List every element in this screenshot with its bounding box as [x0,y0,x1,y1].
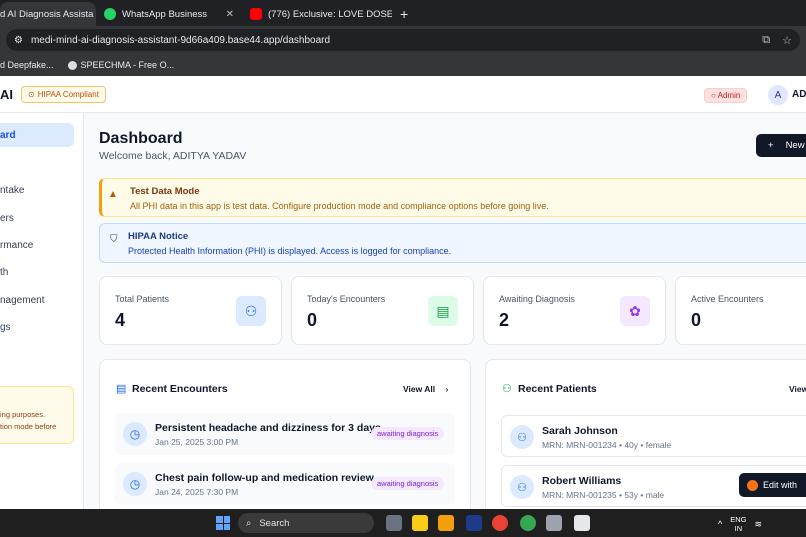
base44-logo-icon [747,479,758,491]
test-data-notice: ▲ Test Data Mode All PHI data in this ap… [99,178,806,217]
new-encounter-button[interactable]: + New [756,134,806,157]
users-icon: ⚇ [502,383,512,395]
notice-title: HIPAA Notice [128,231,189,242]
photoshop-icon[interactable] [466,515,482,531]
install-app-icon[interactable]: ⧉ [762,34,770,47]
chrome-icon[interactable] [520,515,536,531]
shield-icon: ⛉ [110,234,118,245]
stat-card-todays-encounters[interactable]: Today's Encounters 0 ▤ [291,276,474,345]
tab-label: (776) Exclusive: LOVE DOSE Full [268,8,392,20]
app-header: AI ⊙ HIPAA Compliant ○ Admin A ADI [0,76,806,113]
sidebar-item-performance[interactable]: rmance [0,240,33,251]
encounter-row[interactable]: ◷ Chest pain follow-up and medication re… [115,463,455,505]
page-title: Dashboard [99,130,183,147]
snipping-tool-icon[interactable] [546,515,562,531]
clipboard-icon: ▤ [428,296,458,326]
bookmark-star-icon[interactable]: ☆ [782,34,792,47]
view-all-patients-link[interactable]: View [789,384,806,394]
welcome-text: Welcome back, ADITYA YADAV [99,150,247,162]
shield-icon: ○ [711,91,716,100]
edit-with-button[interactable]: Edit with [739,473,806,497]
app-brand[interactable]: AI [0,87,13,102]
sidebar-item-intake[interactable]: ntake [0,185,24,196]
task-view-icon[interactable] [386,515,402,531]
bookmark-item[interactable]: d Deepfake... [0,60,54,70]
test-mode-note: ing purposes. tion mode before [0,386,74,444]
sidebar-item-health[interactable]: th [0,267,8,278]
user-icon: ⚇ [510,425,534,449]
search-icon: ⌕ [246,517,252,529]
view-all-encounters-link[interactable]: View All › [403,384,448,394]
main-content: Dashboard Welcome back, ADITYA YADAV + N… [84,113,806,519]
bookmarks-bar: d Deepfake... SPEECHMA - Free O... [0,54,806,76]
clipboard-icon: ▤ [116,383,127,395]
sidebar-item-management[interactable]: nagement [0,295,44,306]
notice-text: All PHI data in this app is test data. C… [130,201,549,211]
file-explorer-icon[interactable] [438,515,454,531]
system-tray: ^ ENG IN ≋ [718,515,762,533]
clock-icon: ◷ [123,472,147,496]
chevron-up-icon[interactable]: ^ [718,519,722,529]
youtube-icon [250,8,262,20]
sidebar: ard ntake ers rmance th nagement gs ing … [0,113,84,509]
panel-title: Recent Patients [518,383,597,395]
stat-card-total-patients[interactable]: Total Patients 4 ⚇ [99,276,282,345]
bookmark-favicon-icon [67,61,77,71]
tab-label: WhatsApp Business [122,8,208,20]
hipaa-badge: ⊙ HIPAA Compliant [21,85,106,103]
url-field[interactable]: ⚙ medi-mind-ai-diagnosis-assistant-9d66a… [6,29,800,51]
tab-whatsapp[interactable]: WhatsApp Business ✕ [96,2,242,26]
browser-tab-bar: d AI Diagnosis Assista ✕ WhatsApp Busine… [0,0,806,26]
new-tab-button[interactable]: + [392,2,416,26]
sticky-notes-icon[interactable] [412,515,428,531]
taskbar-search[interactable]: ⌕ Search [238,513,374,533]
patient-row[interactable]: ⚇ Sarah Johnson MRN: MRN-001234 • 40y • … [501,415,806,457]
language-indicator[interactable]: ENG IN [730,515,746,533]
notice-text: Protected Health Information (PHI) is di… [128,246,452,256]
tab-ai-diagnosis[interactable]: d AI Diagnosis Assista ✕ [0,2,96,26]
url-text: medi-mind-ai-diagnosis-assistant-9d66a40… [30,34,331,46]
notice-title: Test Data Mode [130,186,200,197]
user-name[interactable]: ADI [792,89,806,100]
tab-label: d AI Diagnosis Assista [0,8,94,20]
brain-icon: ✿ [620,296,650,326]
panel-title: Recent Encounters [132,383,228,395]
wifi-icon[interactable]: ≋ [755,519,763,530]
chevron-right-icon: › [445,384,449,394]
shield-icon: ⊙ [28,89,35,99]
role-badge: ○ Admin [704,88,748,103]
windows-taskbar: ⌕ Search ^ ENG IN ≋ [0,509,806,537]
tab-youtube[interactable]: (776) Exclusive: LOVE DOSE Full ✕ [242,2,392,26]
status-badge: awaiting diagnosis [371,477,445,490]
user-icon: ⚇ [510,475,534,499]
sidebar-item-dashboard[interactable]: ard [0,123,74,147]
sidebar-item-users[interactable]: ers [0,213,14,224]
users-icon: ⚇ [236,296,266,326]
stat-card-active-encounters[interactable]: Active Encounters 0 [675,276,806,345]
site-info-icon[interactable]: ⚙ [14,35,23,46]
sidebar-item-settings[interactable]: gs [0,322,11,333]
encounter-row[interactable]: ◷ Persistent headache and dizziness for … [115,413,455,455]
plus-icon: + [768,140,774,151]
windows-start-icon[interactable] [216,516,230,530]
chrome-icon[interactable] [492,515,508,531]
recent-encounters-panel: ▤ Recent Encounters View All › ◷ Persist… [99,359,471,519]
status-badge: awaiting diagnosis [371,427,445,440]
close-icon[interactable]: ✕ [226,9,234,20]
avatar[interactable]: A [768,85,788,105]
hipaa-notice: ⛉ HIPAA Notice Protected Health Informat… [99,223,806,263]
flask-icon: ▲ [108,189,118,200]
clock-icon: ◷ [123,422,147,446]
whatsapp-icon [104,8,116,20]
stat-card-awaiting-diagnosis[interactable]: Awaiting Diagnosis 2 ✿ [483,276,666,345]
capcut-icon[interactable] [574,515,590,531]
bookmark-item[interactable]: SPEECHMA - Free O... [67,60,174,71]
address-bar: ⚙ medi-mind-ai-diagnosis-assistant-9d66a… [0,26,806,54]
